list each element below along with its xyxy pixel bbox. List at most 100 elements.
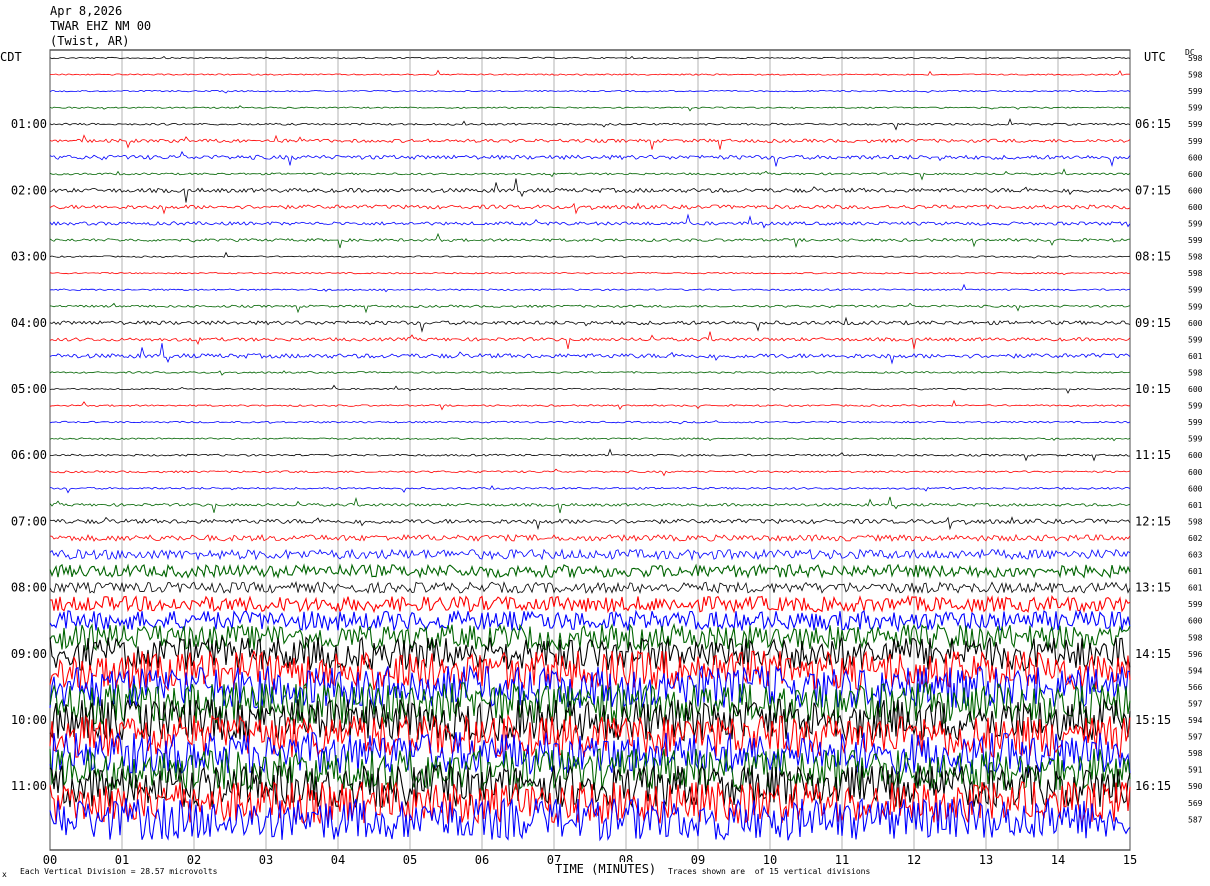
dc-value: 600 <box>1188 484 1203 493</box>
trace-line <box>49 420 1131 425</box>
dc-value: 590 <box>1188 782 1203 791</box>
trace-line <box>49 448 1131 462</box>
dc-value: 600 <box>1188 203 1203 212</box>
dc-value: 598 <box>1188 633 1203 642</box>
dc-value: 587 <box>1188 815 1203 824</box>
dc-value: 598 <box>1188 253 1203 262</box>
trace-line <box>49 272 1131 276</box>
utc-hour-label: 07:15 <box>1135 183 1171 197</box>
cdt-hour-label: 04:00 <box>11 316 47 330</box>
x-tick-label: 02 <box>187 853 201 867</box>
trace-line <box>49 485 1131 494</box>
dc-value: 599 <box>1188 220 1203 229</box>
dc-value: 599 <box>1188 600 1203 609</box>
dc-value: 599 <box>1188 418 1203 427</box>
utc-hour-label: 13:15 <box>1135 581 1171 595</box>
trace-line <box>49 331 1131 350</box>
dc-value: 600 <box>1188 617 1203 626</box>
cdt-hour-label: 02:00 <box>11 183 47 197</box>
utc-hour-label: 16:15 <box>1135 779 1171 793</box>
x-axis-label: TIME (MINUTES) <box>553 862 659 876</box>
x-tick-label: 14 <box>1051 853 1065 867</box>
dc-value: 599 <box>1188 402 1203 411</box>
x-tick-label: 11 <box>835 853 849 867</box>
x-tick-label: 01 <box>115 853 129 867</box>
cdt-hour-label: 05:00 <box>11 382 47 396</box>
trace-line <box>49 213 1131 229</box>
dc-value: 599 <box>1188 335 1203 344</box>
cdt-hour-label: 07:00 <box>11 514 47 528</box>
trace-line <box>49 548 1131 561</box>
dc-value: 598 <box>1188 368 1203 377</box>
dc-value: 598 <box>1188 71 1203 80</box>
trace-line <box>49 370 1131 376</box>
trace-line <box>49 150 1131 167</box>
dc-value: 599 <box>1188 120 1203 129</box>
x-tick-label: 13 <box>979 853 993 867</box>
x-tick-label: 10 <box>763 853 777 867</box>
trace-line <box>49 468 1131 477</box>
scale-note: Each Vertical Division = 28.57 microvolt… <box>20 867 218 876</box>
corner-mark: x <box>2 870 7 879</box>
x-tick-label: 15 <box>1123 853 1137 867</box>
dc-value: 598 <box>1188 269 1203 278</box>
trace-line <box>49 496 1131 514</box>
trace-line <box>49 89 1131 94</box>
dc-value: 566 <box>1188 683 1203 692</box>
dc-value: 599 <box>1188 435 1203 444</box>
x-tick-label: 09 <box>691 853 705 867</box>
plot-frame <box>49 49 1131 851</box>
utc-hour-label: 06:15 <box>1135 117 1171 131</box>
dc-value: 598 <box>1188 54 1203 63</box>
trace-line <box>49 134 1131 150</box>
dc-value: 599 <box>1188 104 1203 113</box>
cdt-hour-label: 08:00 <box>11 581 47 595</box>
dc-value: 601 <box>1188 584 1203 593</box>
dc-value: 594 <box>1188 666 1203 675</box>
dc-value: 594 <box>1188 716 1203 725</box>
trace-line <box>49 55 1131 60</box>
dc-value: 600 <box>1188 186 1203 195</box>
utc-hour-label: 08:15 <box>1135 250 1171 264</box>
x-tick-label: 04 <box>331 853 345 867</box>
trace-line <box>49 283 1131 293</box>
trace-line <box>49 437 1131 442</box>
cdt-hour-label: 09:00 <box>11 647 47 661</box>
trace-line <box>49 399 1130 411</box>
x-tick-label: 00 <box>43 853 57 867</box>
dc-value: 598 <box>1188 517 1203 526</box>
dc-value: 601 <box>1188 352 1203 361</box>
trace-line <box>49 649 1131 692</box>
dc-value: 599 <box>1188 87 1203 96</box>
dc-value: 598 <box>1188 749 1203 758</box>
trace-line <box>49 168 1131 181</box>
cdt-hour-label: 03:00 <box>11 250 47 264</box>
utc-hour-label: 15:15 <box>1135 713 1171 727</box>
trace-line <box>49 105 1131 112</box>
utc-hour-label: 12:15 <box>1135 514 1171 528</box>
cdt-hour-label: 06:00 <box>11 448 47 462</box>
dc-value: 600 <box>1188 153 1203 162</box>
dc-value: 602 <box>1188 534 1203 543</box>
trace-line <box>49 763 1131 809</box>
x-tick-label: 06 <box>475 853 489 867</box>
x-tick-label: 05 <box>403 853 417 867</box>
dc-value: 596 <box>1188 650 1203 659</box>
trace-line <box>49 384 1130 394</box>
trace-line <box>49 202 1131 215</box>
dc-value: 599 <box>1188 236 1203 245</box>
trace-line <box>49 594 1131 614</box>
utc-hour-label: 10:15 <box>1135 382 1171 396</box>
dc-value: 600 <box>1188 385 1203 394</box>
trace-line <box>49 251 1131 259</box>
trace-line <box>50 69 1131 76</box>
utc-hour-label: 14:15 <box>1135 647 1171 661</box>
dc-value: 601 <box>1188 567 1203 576</box>
cdt-hour-label: 11:00 <box>11 779 47 793</box>
trace-line <box>49 580 1131 595</box>
trace-line <box>49 178 1131 203</box>
dc-value: 597 <box>1188 733 1203 742</box>
dc-value: 600 <box>1188 451 1203 460</box>
dc-value: 601 <box>1188 501 1203 510</box>
dc-value: 597 <box>1188 699 1203 708</box>
